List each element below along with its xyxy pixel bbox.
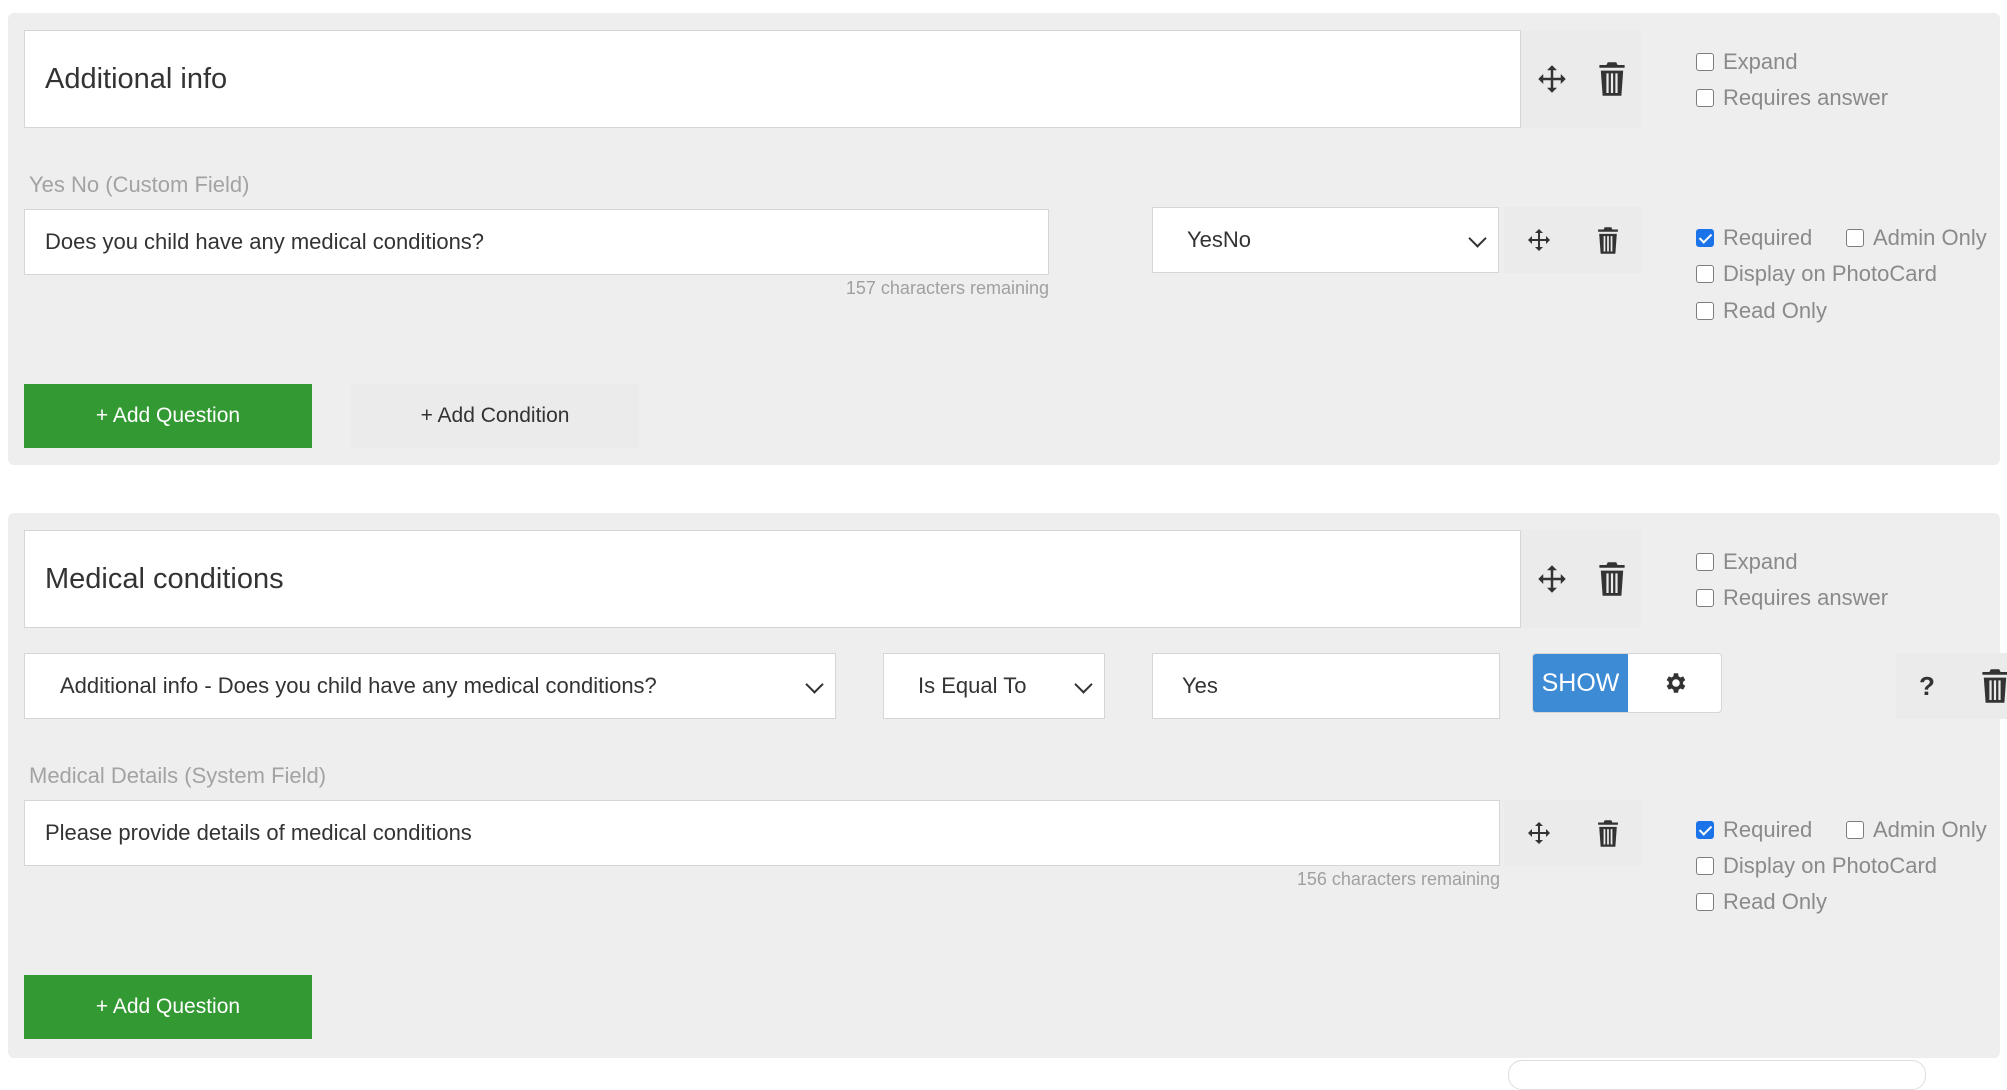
- condition-value-input[interactable]: Yes: [1152, 653, 1500, 719]
- display-photocard-label: Display on PhotoCard: [1723, 261, 1938, 286]
- required-option[interactable]: Required: [1696, 225, 1812, 251]
- read-only-option[interactable]: Read Only: [1696, 298, 1827, 324]
- display-photocard-option[interactable]: Display on PhotoCard: [1696, 261, 1937, 287]
- required-label: Required: [1723, 817, 1813, 842]
- requires-answer-checkbox[interactable]: [1696, 89, 1714, 107]
- admin-only-option[interactable]: Admin Only: [1846, 817, 1987, 843]
- display-photocard-option[interactable]: Display on PhotoCard: [1696, 853, 1937, 879]
- move-icon[interactable]: [1527, 821, 1551, 845]
- question-text-input[interactable]: Please provide details of medical condit…: [24, 800, 1500, 866]
- move-icon[interactable]: [1537, 564, 1567, 594]
- read-only-checkbox[interactable]: [1696, 302, 1714, 320]
- requires-answer-label: Requires answer: [1723, 585, 1889, 610]
- read-only-label: Read Only: [1723, 889, 1827, 914]
- read-only-checkbox[interactable]: [1696, 893, 1714, 911]
- required-label: Required: [1723, 225, 1813, 250]
- condition-controls: ?: [1896, 653, 2007, 719]
- section-controls: [1521, 530, 1641, 628]
- question-controls: [1504, 800, 1642, 866]
- field-type-select[interactable]: YesNo: [1152, 207, 1499, 273]
- add-condition-button[interactable]: + Add Condition: [351, 384, 639, 448]
- display-photocard-checkbox[interactable]: [1696, 265, 1714, 283]
- add-question-button[interactable]: + Add Question: [24, 975, 312, 1039]
- condition-question-select[interactable]: Additional info - Does you child have an…: [24, 653, 836, 719]
- bottom-pill: [1508, 1060, 1926, 1090]
- characters-remaining: 156 characters remaining: [1296, 869, 1500, 889]
- chevron-down-icon: [1468, 229, 1487, 248]
- show-button[interactable]: SHOW: [1533, 654, 1628, 712]
- section-title-input[interactable]: Additional info: [24, 30, 1521, 128]
- admin-only-checkbox[interactable]: [1846, 821, 1864, 839]
- admin-only-label: Admin Only: [1873, 225, 1987, 250]
- help-icon[interactable]: ?: [1919, 671, 1935, 702]
- question-text-input[interactable]: Does you child have any medical conditio…: [24, 209, 1049, 275]
- trash-icon[interactable]: [1597, 226, 1619, 254]
- required-option[interactable]: Required: [1696, 817, 1812, 843]
- expand-checkbox[interactable]: [1696, 553, 1714, 571]
- admin-only-option[interactable]: Admin Only: [1846, 225, 1987, 251]
- question-type-label: Medical Details (System Field): [29, 763, 327, 788]
- trash-icon[interactable]: [1597, 819, 1619, 847]
- expand-label: Expand: [1723, 49, 1798, 74]
- read-only-label: Read Only: [1723, 298, 1827, 323]
- condition-operator-value: Is Equal To: [918, 673, 1027, 698]
- move-icon[interactable]: [1527, 228, 1551, 252]
- trash-icon[interactable]: [1598, 562, 1626, 596]
- field-type-value: YesNo: [1187, 227, 1252, 252]
- read-only-option[interactable]: Read Only: [1696, 889, 1827, 915]
- requires-answer-checkbox[interactable]: [1696, 589, 1714, 607]
- display-photocard-label: Display on PhotoCard: [1723, 853, 1938, 878]
- admin-only-checkbox[interactable]: [1846, 229, 1864, 247]
- section-medical-conditions: Medical conditions Expand Requires answe…: [8, 513, 2007, 1058]
- display-photocard-checkbox[interactable]: [1696, 857, 1714, 875]
- required-checkbox[interactable]: [1696, 229, 1714, 247]
- expand-option[interactable]: Expand: [1696, 49, 1798, 75]
- move-icon[interactable]: [1537, 64, 1567, 94]
- trash-icon[interactable]: [1981, 669, 2007, 703]
- condition-action-group: SHOW: [1532, 653, 1722, 713]
- trash-icon[interactable]: [1598, 62, 1626, 96]
- requires-answer-option[interactable]: Requires answer: [1696, 585, 1888, 611]
- chevron-down-icon: [805, 675, 824, 694]
- gear-icon[interactable]: [1628, 654, 1721, 712]
- expand-option[interactable]: Expand: [1696, 549, 1798, 575]
- section-controls: [1521, 30, 1641, 128]
- question-controls: [1504, 207, 1642, 273]
- section-title-input[interactable]: Medical conditions: [24, 530, 1521, 628]
- expand-checkbox[interactable]: [1696, 53, 1714, 71]
- expand-label: Expand: [1723, 549, 1798, 574]
- condition-question-value: Additional info - Does you child have an…: [60, 673, 657, 698]
- chevron-down-icon: [1074, 675, 1093, 694]
- admin-only-label: Admin Only: [1873, 817, 1987, 842]
- requires-answer-option[interactable]: Requires answer: [1696, 85, 1888, 111]
- section-additional-info: Additional info Expand Requires answer Y…: [8, 13, 2000, 465]
- requires-answer-label: Requires answer: [1723, 85, 1889, 110]
- add-question-button[interactable]: + Add Question: [24, 384, 312, 448]
- condition-operator-select[interactable]: Is Equal To: [883, 653, 1105, 719]
- question-type-label: Yes No (Custom Field): [29, 172, 250, 197]
- required-checkbox[interactable]: [1696, 821, 1714, 839]
- characters-remaining: 157 characters remaining: [845, 278, 1049, 298]
